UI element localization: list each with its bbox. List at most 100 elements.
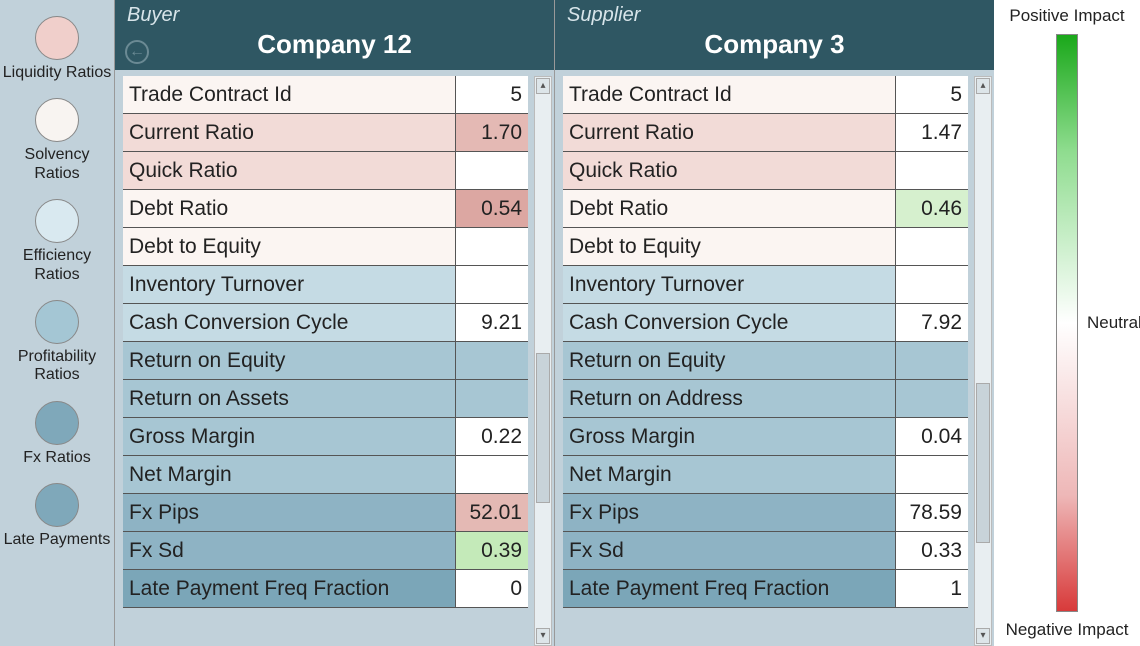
metric-label: Cash Conversion Cycle <box>563 304 896 341</box>
metric-row[interactable]: Quick Ratio <box>563 152 968 190</box>
metric-label: Net Margin <box>563 456 896 493</box>
metric-row[interactable]: Current Ratio1.70 <box>123 114 528 152</box>
metric-row[interactable]: Fx Pips78.59 <box>563 494 968 532</box>
metric-value <box>896 380 968 417</box>
metric-label: Late Payment Freq Fraction <box>123 570 456 607</box>
metric-label: Trade Contract Id <box>563 76 896 113</box>
legend-neutral-label: Neutral <box>1087 313 1140 333</box>
metric-value: 0.22 <box>456 418 528 455</box>
scroll-up-icon[interactable]: ▴ <box>536 78 550 94</box>
chip-liquidity[interactable] <box>35 16 79 60</box>
buyer-company-name: Company 12 <box>127 29 542 60</box>
chip-profitability[interactable] <box>35 300 79 344</box>
metric-row[interactable]: Gross Margin0.22 <box>123 418 528 456</box>
chip-solvency[interactable] <box>35 98 79 142</box>
chip-label: Solvency Ratios <box>0 146 114 183</box>
buyer-metrics-table: Trade Contract Id5Current Ratio1.70Quick… <box>115 70 532 646</box>
scroll-down-icon[interactable]: ▾ <box>536 628 550 644</box>
chip-late-payments[interactable] <box>35 483 79 527</box>
metric-row[interactable]: Late Payment Freq Fraction0 <box>123 570 528 608</box>
metric-value <box>896 152 968 189</box>
metric-row[interactable]: Inventory Turnover <box>563 266 968 304</box>
metric-row[interactable]: Quick Ratio <box>123 152 528 190</box>
buyer-scrollbar[interactable]: ▴ ▾ <box>534 76 552 646</box>
supplier-header: Supplier Company 3 <box>555 0 994 70</box>
metric-label: Trade Contract Id <box>123 76 456 113</box>
metric-label: Return on Address <box>563 380 896 417</box>
scroll-thumb[interactable] <box>976 383 990 543</box>
metric-value: 0.04 <box>896 418 968 455</box>
metric-row[interactable]: Fx Sd0.39 <box>123 532 528 570</box>
legend-gradient: Neutral <box>1056 34 1078 612</box>
metric-row[interactable]: Trade Contract Id5 <box>123 76 528 114</box>
metric-value: 0.54 <box>456 190 528 227</box>
metric-row[interactable]: Return on Assets <box>123 380 528 418</box>
metric-row[interactable]: Cash Conversion Cycle9.21 <box>123 304 528 342</box>
chip-fx[interactable] <box>35 401 79 445</box>
impact-legend: Positive Impact Neutral Negative Impact <box>994 0 1140 646</box>
metric-label: Quick Ratio <box>123 152 456 189</box>
metric-row[interactable]: Debt Ratio0.46 <box>563 190 968 228</box>
metric-row[interactable]: Trade Contract Id5 <box>563 76 968 114</box>
metric-row[interactable]: Current Ratio1.47 <box>563 114 968 152</box>
metric-value <box>896 456 968 493</box>
chip-label: Late Payments <box>4 531 111 549</box>
metric-value <box>896 266 968 303</box>
metric-label: Fx Sd <box>563 532 896 569</box>
metric-label: Gross Margin <box>563 418 896 455</box>
metric-value <box>456 456 528 493</box>
metric-value: 0 <box>456 570 528 607</box>
metric-row[interactable]: Net Margin <box>563 456 968 494</box>
chip-efficiency[interactable] <box>35 199 79 243</box>
metric-label: Inventory Turnover <box>563 266 896 303</box>
metric-value: 0.39 <box>456 532 528 569</box>
metric-value: 78.59 <box>896 494 968 531</box>
metric-label: Current Ratio <box>563 114 896 151</box>
metric-value: 0.33 <box>896 532 968 569</box>
metric-value: 0.46 <box>896 190 968 227</box>
metric-row[interactable]: Fx Pips52.01 <box>123 494 528 532</box>
metric-row[interactable]: Fx Sd0.33 <box>563 532 968 570</box>
back-arrow-icon[interactable]: ← <box>125 40 149 64</box>
category-sidebar: Liquidity Ratios Solvency Ratios Efficie… <box>0 0 114 646</box>
metric-label: Gross Margin <box>123 418 456 455</box>
scroll-up-icon[interactable]: ▴ <box>976 78 990 94</box>
metric-label: Return on Equity <box>123 342 456 379</box>
metric-label: Return on Equity <box>563 342 896 379</box>
legend-positive-label: Positive Impact <box>1009 6 1124 26</box>
metric-value <box>896 342 968 379</box>
buyer-header: Buyer Company 12 ← <box>115 0 554 70</box>
metric-row[interactable]: Inventory Turnover <box>123 266 528 304</box>
metric-row[interactable]: Gross Margin0.04 <box>563 418 968 456</box>
metric-label: Debt Ratio <box>123 190 456 227</box>
metric-row[interactable]: Return on Equity <box>123 342 528 380</box>
metric-value <box>456 266 528 303</box>
app-root: Liquidity Ratios Solvency Ratios Efficie… <box>0 0 1140 646</box>
metric-row[interactable]: Return on Equity <box>563 342 968 380</box>
metric-row[interactable]: Debt to Equity <box>123 228 528 266</box>
metric-label: Fx Sd <box>123 532 456 569</box>
chip-label: Fx Ratios <box>23 449 91 467</box>
chip-label: Profitability Ratios <box>0 348 114 385</box>
metric-value <box>896 228 968 265</box>
metric-label: Current Ratio <box>123 114 456 151</box>
metric-row[interactable]: Net Margin <box>123 456 528 494</box>
metric-label: Return on Assets <box>123 380 456 417</box>
metric-row[interactable]: Return on Address <box>563 380 968 418</box>
metric-value: 5 <box>896 76 968 113</box>
supplier-scrollbar[interactable]: ▴ ▾ <box>974 76 992 646</box>
metric-label: Debt Ratio <box>563 190 896 227</box>
metric-row[interactable]: Debt Ratio0.54 <box>123 190 528 228</box>
scroll-thumb[interactable] <box>536 353 550 503</box>
metric-row[interactable]: Late Payment Freq Fraction1 <box>563 570 968 608</box>
metric-value: 52.01 <box>456 494 528 531</box>
metric-row[interactable]: Debt to Equity <box>563 228 968 266</box>
metric-label: Fx Pips <box>563 494 896 531</box>
buyer-panel: Buyer Company 12 ← Trade Contract Id5Cur… <box>114 0 554 646</box>
metric-value <box>456 228 528 265</box>
chip-label: Liquidity Ratios <box>3 64 112 82</box>
supplier-panel: Supplier Company 3 Trade Contract Id5Cur… <box>554 0 994 646</box>
metric-row[interactable]: Cash Conversion Cycle7.92 <box>563 304 968 342</box>
scroll-down-icon[interactable]: ▾ <box>976 628 990 644</box>
metric-label: Fx Pips <box>123 494 456 531</box>
